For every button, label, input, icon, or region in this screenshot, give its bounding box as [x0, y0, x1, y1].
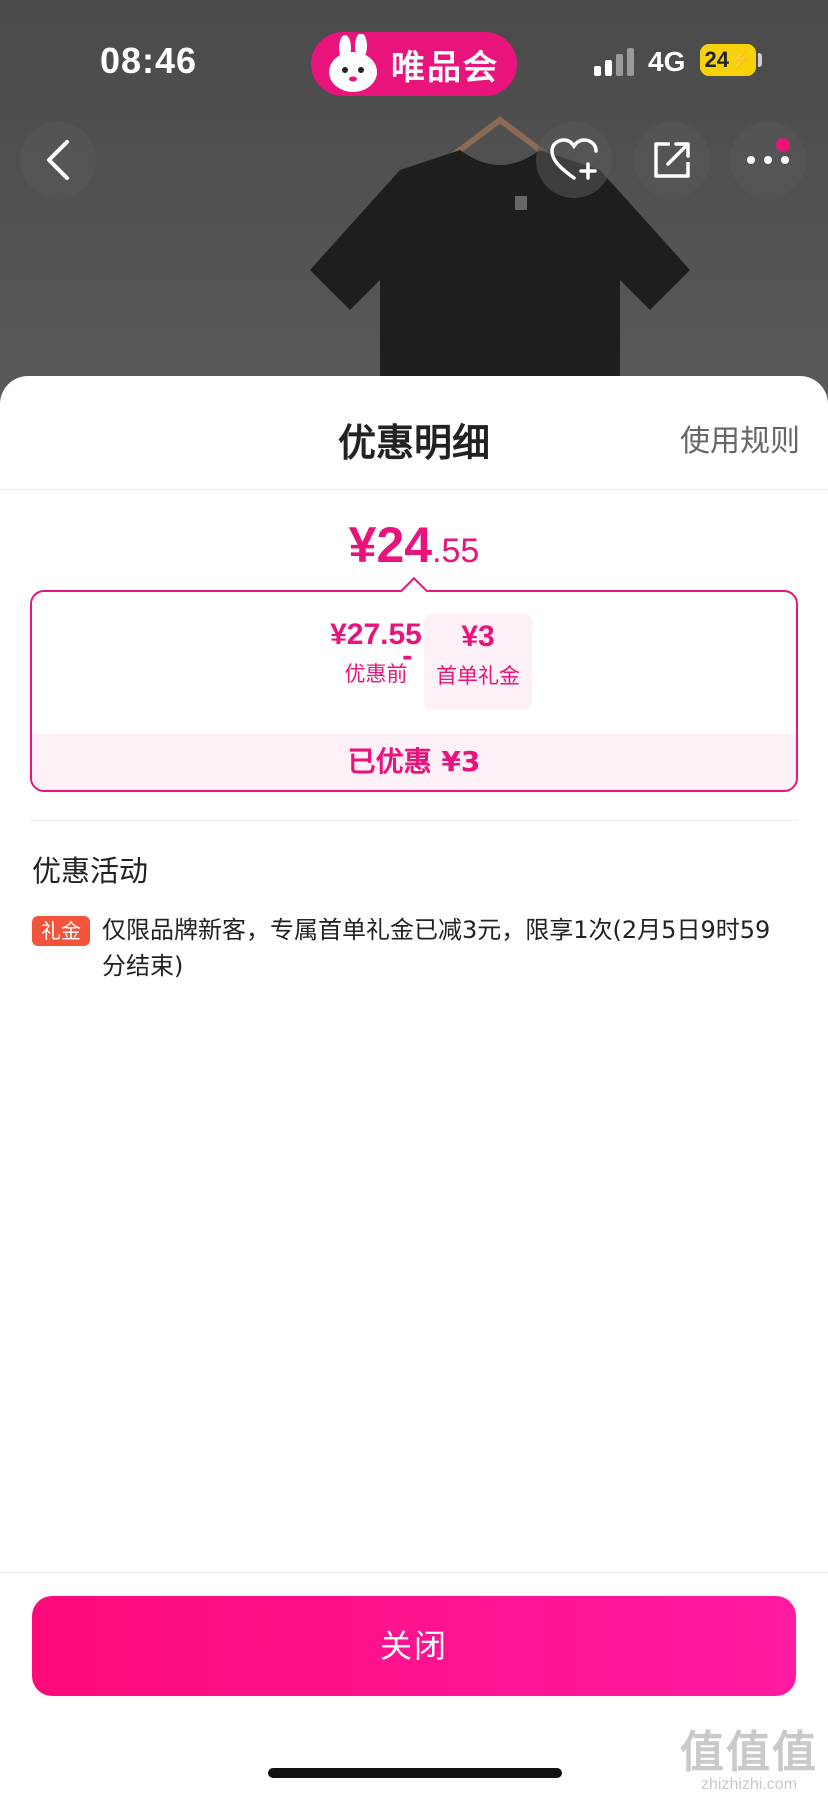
battery-tip: [758, 53, 762, 67]
more-dots-icon: [747, 156, 789, 164]
discount-details-sheet: 优惠明细 使用规则 ¥24.55 ¥27.55 优惠前 - ¥3 首单礼金 已优…: [0, 376, 828, 1796]
bottom-divider: [0, 1572, 828, 1573]
minus-sign: -: [402, 642, 413, 672]
watermark: 值值值 zhizhizhi.com: [680, 1716, 818, 1794]
rabbit-mascot-icon: [329, 34, 377, 92]
gift-money-item: ¥3 首单礼金: [424, 614, 532, 710]
close-button[interactable]: 关闭: [32, 1596, 796, 1696]
final-price-decimal: .55: [432, 532, 480, 570]
signal-strength-icon: [594, 48, 634, 76]
final-price: ¥24.55: [0, 516, 828, 574]
favorite-button[interactable]: [536, 122, 612, 198]
more-button[interactable]: [730, 122, 806, 198]
share-icon: [654, 142, 690, 178]
price-breakdown-card: ¥27.55 优惠前 - ¥3 首单礼金 已优惠 ¥3: [30, 590, 798, 792]
watermark-logo: 值值值: [680, 1727, 818, 1778]
notification-dot: [776, 138, 790, 152]
home-indicator: [268, 1768, 562, 1778]
network-type: 4G: [648, 46, 686, 77]
gift-money-amount: ¥3: [461, 620, 495, 653]
promotions-section-title: 优惠活动: [32, 854, 149, 888]
promo-description: 仅限品牌新客，专属首单礼金已减3元，限享1次(2月5日9时59分结束): [102, 916, 771, 980]
battery-icon: 24 ⚡: [700, 44, 756, 76]
usage-rules-link[interactable]: 使用规则: [680, 416, 800, 460]
app-brand-name: 唯品会: [391, 47, 499, 88]
chevron-left-icon: [47, 140, 69, 180]
share-button[interactable]: [634, 122, 710, 198]
divider: [30, 820, 798, 821]
gift-money-label: 首单礼金: [436, 664, 520, 688]
total-saved: 已优惠 ¥3: [32, 734, 796, 790]
status-time: 08:46: [100, 40, 198, 81]
status-bar: 08:46 唯品会 4G 24 ⚡: [0, 0, 828, 100]
app-brand-pill: 唯品会: [311, 32, 517, 96]
gift-money-tag: 礼金: [32, 916, 90, 946]
sheet-header: 优惠明细 使用规则: [0, 376, 828, 490]
heart-plus-icon: [550, 138, 598, 180]
final-price-integer: ¥24: [348, 517, 433, 573]
battery-level: 24: [704, 47, 730, 72]
charging-bolt-icon: ⚡: [729, 49, 752, 70]
back-button[interactable]: [20, 122, 96, 198]
